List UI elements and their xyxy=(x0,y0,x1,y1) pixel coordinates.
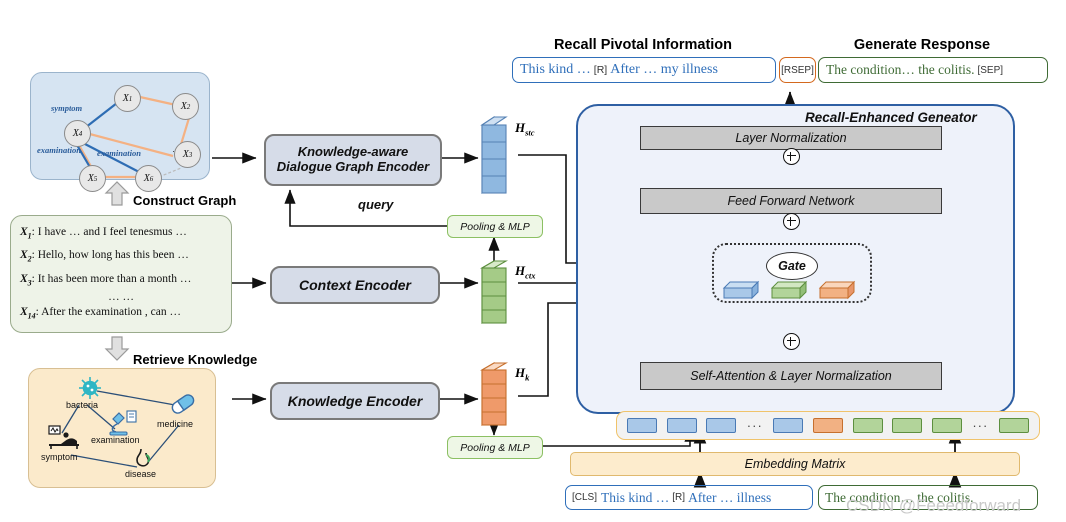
token-blue-4 xyxy=(773,418,804,433)
graph-node-x4: X4 xyxy=(64,120,91,147)
context-line-3: X3: It has been more than a month … xyxy=(20,272,192,287)
knowledge-aware-dialogue-graph-encoder[interactable]: Knowledge-aware Dialogue Graph Encoder xyxy=(264,134,442,186)
bottom-r-tag: [R] xyxy=(672,492,686,503)
knowledge-graph-panel: bacteria medicine examination symptom di… xyxy=(28,368,216,488)
tensor-label-h-stc: Hstc xyxy=(515,120,535,138)
knowledge-label-medicine: medicine xyxy=(157,419,194,429)
recall-text-2: After … my illness xyxy=(610,62,718,77)
token-ellipsis-left: ··· xyxy=(746,418,763,433)
edge-label-examination-2: examination xyxy=(97,148,141,158)
generate-response-header: Generate Response xyxy=(853,37,991,53)
token-green-4 xyxy=(998,418,1029,433)
residual-add-top xyxy=(783,148,800,165)
tensor-label-h-ctx: Hctx xyxy=(515,263,536,281)
edge-label-examination-1: examination xyxy=(37,145,81,155)
graph-node-x2: X2 xyxy=(172,93,199,120)
graph-node-x5: X5 xyxy=(79,165,106,192)
context-line-2: X2: Hello, how long has this been … xyxy=(20,249,189,264)
embedding-token-strip: ··· ··· xyxy=(616,411,1040,440)
watermark: CSDN @Feeedforward xyxy=(846,496,1022,515)
context-line-1: X1: I have … and I feel tenesmus … xyxy=(20,226,187,241)
generator-title: Recall-Enhanced Geneator xyxy=(805,110,977,125)
token-blue-3 xyxy=(706,418,737,433)
graph-encoder-line-1: Knowledge-aware xyxy=(297,144,409,160)
recall-pivotal-information-header: Recall Pivotal Information xyxy=(553,37,733,53)
rsep-token-box: [RSEP] xyxy=(779,57,816,83)
retrieve-knowledge-label: Retrieve Knowledge xyxy=(133,352,258,367)
edge-label-symptom: symptom xyxy=(51,103,83,113)
construct-graph-label: Construct Graph xyxy=(133,193,237,208)
response-text: The condition… the colitis. xyxy=(826,62,975,77)
r-tag: [R] xyxy=(593,64,608,76)
pooling-mlp-lower[interactable]: Pooling & MLP xyxy=(447,436,543,459)
token-blue-2 xyxy=(666,418,697,433)
pooling-mlp-upper[interactable]: Pooling & MLP xyxy=(447,215,543,238)
bottom-text-1: This kind … xyxy=(601,489,670,505)
graph-node-x6: X6 xyxy=(135,165,162,192)
layer-normalization-block[interactable]: Layer Normalization xyxy=(640,126,942,150)
token-green-2 xyxy=(892,418,923,433)
token-orange-rsep xyxy=(812,418,843,433)
context-encoder[interactable]: Context Encoder xyxy=(270,266,440,304)
gate-node[interactable]: Gate xyxy=(766,252,818,280)
self-attention-layer-norm-block[interactable]: Self-Attention & Layer Normalization xyxy=(640,362,942,390)
token-blue-1 xyxy=(627,418,657,433)
cls-token: [CLS] xyxy=(572,492,598,503)
graph-node-x1: X1 xyxy=(114,85,141,112)
knowledge-label-bacteria: bacteria xyxy=(66,400,99,410)
graph-encoder-line-2: Dialogue Graph Encoder xyxy=(276,159,430,174)
knowledge-label-examination: examination xyxy=(91,435,140,445)
knowledge-label-symptom: symptom xyxy=(41,452,78,462)
token-green-1 xyxy=(852,418,883,433)
query-label: query xyxy=(358,197,394,212)
token-ellipsis-right: ··· xyxy=(972,418,989,433)
recall-sequence-box: This kind … [R] After … my illness xyxy=(512,57,776,83)
graph-node-x3: X3 xyxy=(174,141,201,168)
feed-forward-network-block[interactable]: Feed Forward Network xyxy=(640,188,942,214)
embedding-matrix[interactable]: Embedding Matrix xyxy=(570,452,1020,476)
sep-label: [SEP] xyxy=(977,64,1004,76)
token-green-3 xyxy=(931,418,962,433)
knowledge-label-disease: disease xyxy=(125,469,157,479)
dialogue-graph-panel: X1 X2 X3 X4 X5 X6 symptom examination ex… xyxy=(30,72,210,192)
tensor-label-h-k: Hk xyxy=(515,365,530,383)
recall-text-1: This kind … xyxy=(520,62,591,77)
context-ellipsis: … … xyxy=(108,290,134,303)
bottom-recall-input-box: [CLS] This kind … [R] After … illness xyxy=(565,485,813,510)
bottom-text-2: After … illness xyxy=(688,489,772,505)
dialogue-context-panel: X1: I have … and I feel tenesmus … X2: H… xyxy=(10,215,232,333)
rsep-label: [RSEP] xyxy=(781,64,814,76)
context-line-14: X14: After the examination , can … xyxy=(20,305,181,321)
knowledge-encoder[interactable]: Knowledge Encoder xyxy=(270,382,440,420)
response-sequence-box: The condition… the colitis. [SEP] xyxy=(818,57,1048,83)
residual-add-bottom xyxy=(783,333,800,350)
residual-add-mid xyxy=(783,213,800,230)
